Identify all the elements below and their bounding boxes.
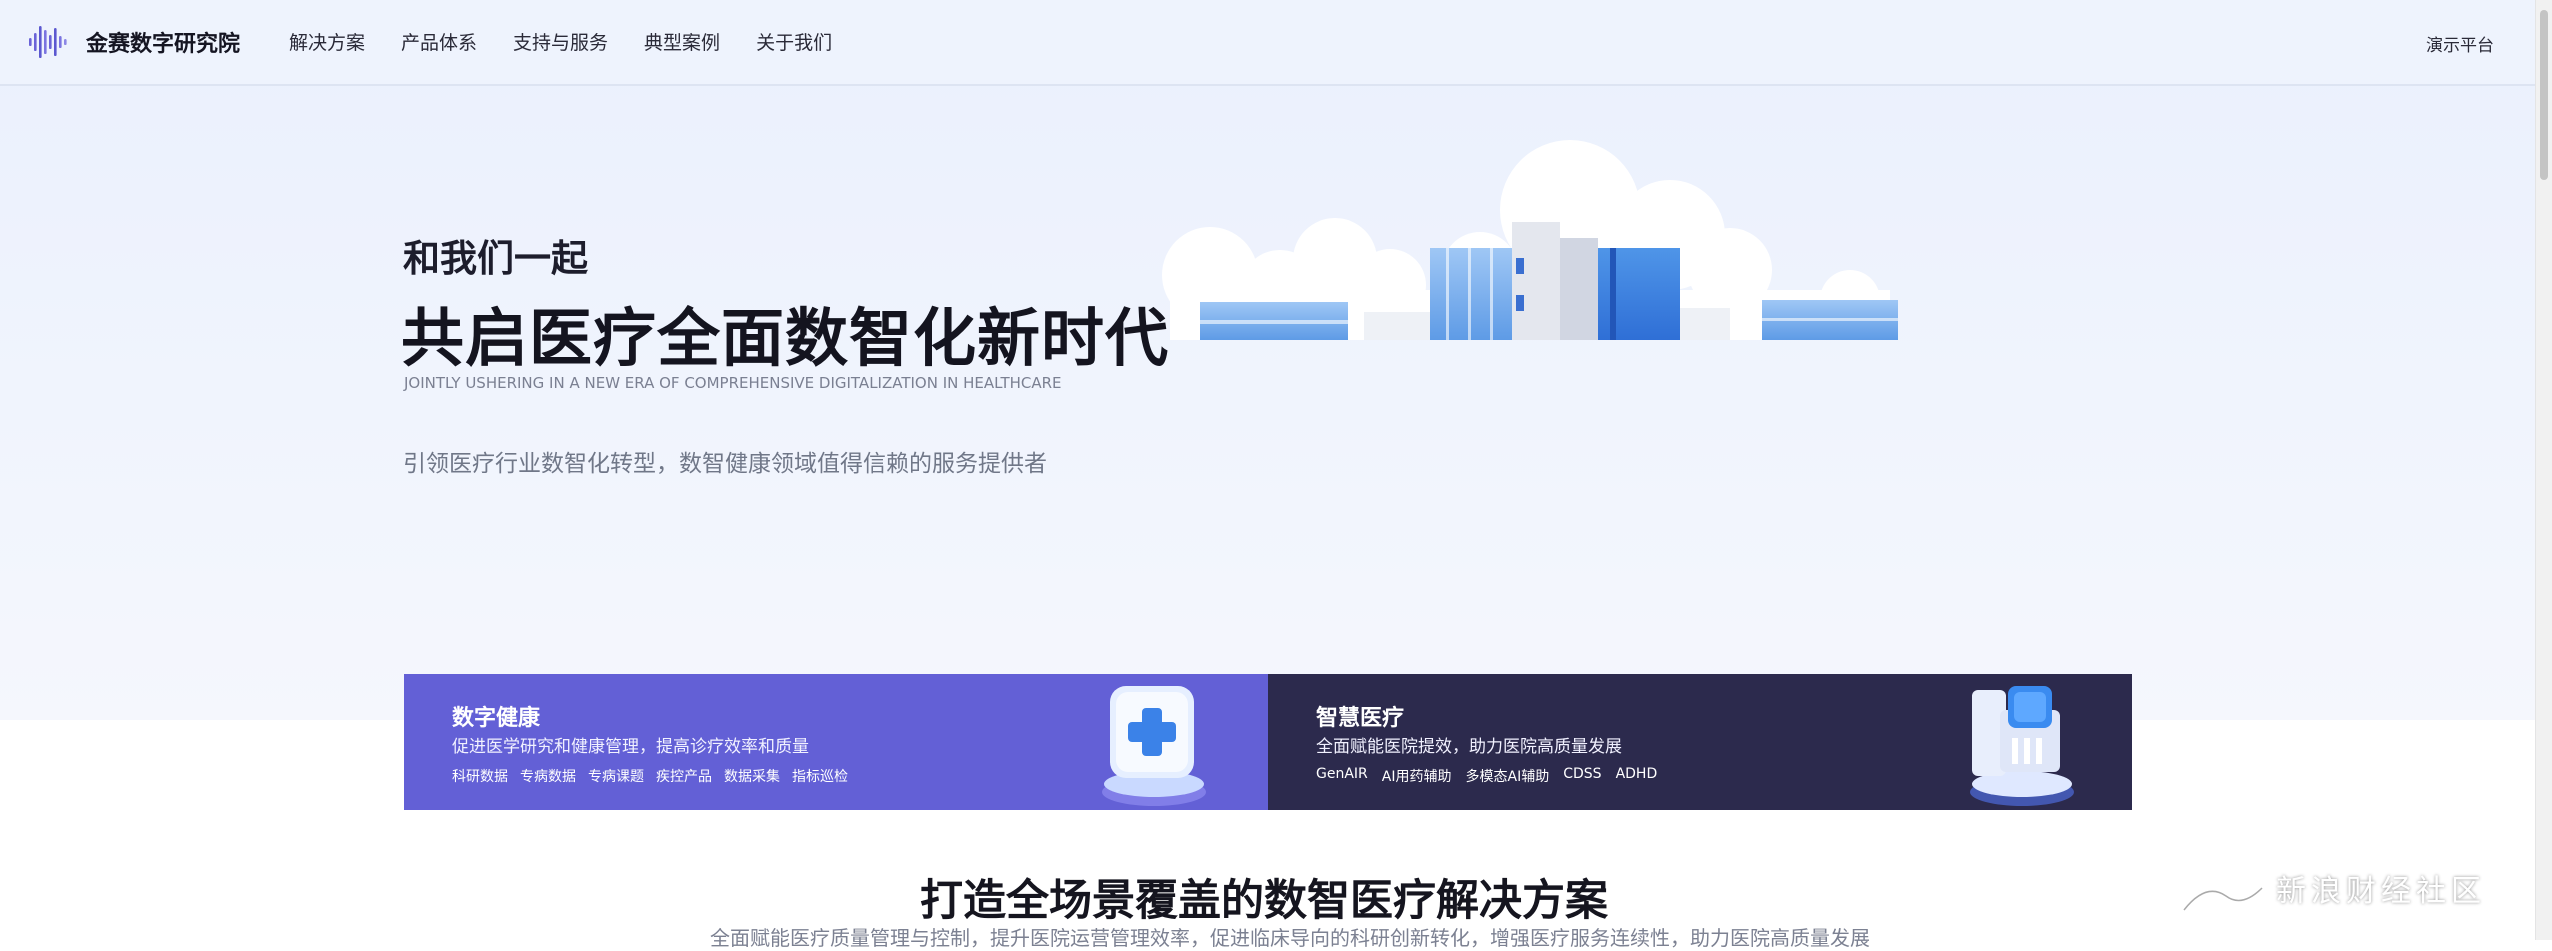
demo-platform-link[interactable]: 演示平台 [2426,31,2494,56]
tag-ai-medication[interactable]: AI用药辅助 [1382,766,1452,786]
section-subtitle: 全面赋能医疗质量管理与控制，提升医院运营管理效率，促进临床导向的科研创新转化，增… [710,926,1870,950]
nav-item-about[interactable]: 关于我们 [756,28,832,55]
card-title: 智慧医疗 [1316,706,1405,731]
tag-disease-data[interactable]: 专病数据 [520,766,576,786]
sina-logo-icon [2179,858,2267,915]
card-digital-health[interactable]: 数字健康 促进医学研究和健康管理，提高诊疗效率和质量 科研数据 专病数据 专病课… [404,674,1268,810]
soundwave-logo-icon [29,26,67,58]
card-title: 数字健康 [452,706,541,731]
tag-genair[interactable]: GenAIR [1316,766,1368,786]
tag-data-collection[interactable]: 数据采集 [724,766,780,786]
card-tag-list: GenAIR AI用药辅助 多模态AI辅助 CDSS ADHD [1316,766,1671,786]
card-tag-list: 科研数据 专病数据 专病课题 疾控产品 数据采集 指标巡检 [452,766,860,786]
card-description: 促进医学研究和健康管理，提高诊疗效率和质量 [452,737,809,757]
page-scrollbar[interactable] [2535,0,2552,940]
top-navigation: 金赛数字研究院 解决方案 产品体系 支持与服务 典型案例 关于我们 演示平台 [0,0,2536,86]
card-description: 全面赋能医院提效，助力医院高质量发展 [1316,737,1622,757]
hero-kicker: 和我们一起 [403,237,588,280]
hero-subtitle: 引领医疗行业数智化转型，数智健康领域值得信赖的服务提供者 [403,451,1047,477]
hero-title: 共启医疗全面数智化新时代 [401,302,1169,375]
hero-background [0,0,2536,720]
section-title: 打造全场景覆盖的数智医疗解决方案 [920,876,1608,926]
ai-chip-stack-icon [1970,686,2074,806]
scrollbar-thumb[interactable] [2540,10,2548,180]
nav-item-cases[interactable]: 典型案例 [644,28,720,55]
card-smart-medical[interactable]: 智慧医疗 全面赋能医院提效，助力医院高质量发展 GenAIR AI用药辅助 多模… [1268,674,2132,810]
tag-indicator-inspection[interactable]: 指标巡检 [792,766,848,786]
nav-item-solutions[interactable]: 解决方案 [289,28,365,55]
tag-disease-topics[interactable]: 专病课题 [588,766,644,786]
tag-cdc-products[interactable]: 疾控产品 [656,766,712,786]
watermark-text: 新浪财经社区 [2276,874,2486,909]
brand-logo[interactable]: 金赛数字研究院 [28,24,240,60]
nav-item-support[interactable]: 支持与服务 [513,28,608,55]
brand-name: 金赛数字研究院 [86,32,241,57]
tag-adhd[interactable]: ADHD [1616,766,1658,786]
sina-watermark: 新浪财经社区 [2176,852,2488,922]
tag-research-data[interactable]: 科研数据 [452,766,508,786]
tag-cdss[interactable]: CDSS [1563,766,1601,786]
medical-cross-icon [1102,686,1206,806]
tag-multimodal-ai[interactable]: 多模态AI辅助 [1466,766,1550,786]
hero-english-subtitle: JOINTLY USHERING IN A NEW ERA OF COMPREH… [404,374,1062,392]
main-menu: 解决方案 产品体系 支持与服务 典型案例 关于我们 [289,28,868,55]
nav-item-products[interactable]: 产品体系 [401,28,477,55]
hospital-clouds-illustration [1162,140,1898,340]
